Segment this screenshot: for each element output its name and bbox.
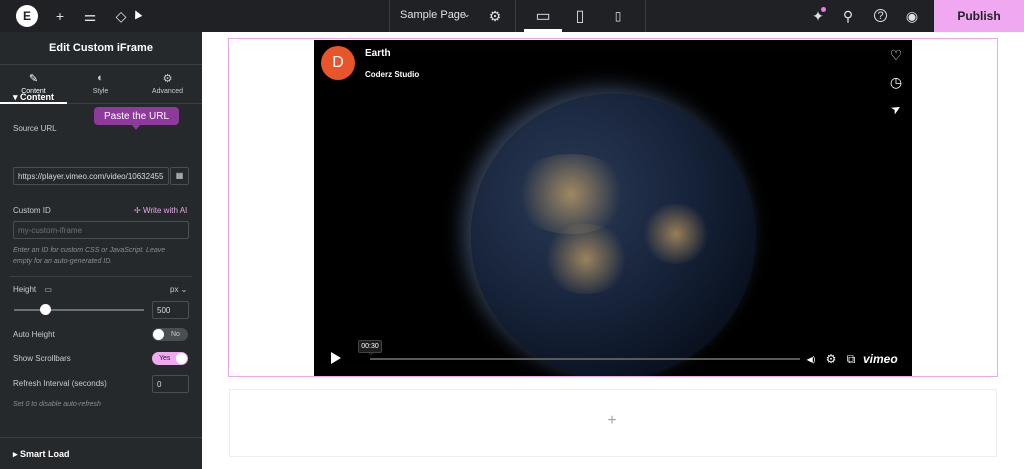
- vimeo-logo[interactable]: vimeo: [863, 352, 898, 366]
- video-title[interactable]: Earth: [365, 48, 391, 59]
- share-send-icon[interactable]: ➤: [886, 99, 905, 118]
- vimeo-video-player[interactable]: D Earth Coderz Studio ♡ ◷ ➤ 00:30 ◀) ⚙ ⧉…: [314, 40, 912, 376]
- toggle-knob: [176, 353, 187, 364]
- play-icon[interactable]: [331, 352, 341, 364]
- write-with-ai-button[interactable]: ✢ Write with AI: [134, 206, 187, 215]
- responsive-desktop-icon[interactable]: ▭: [44, 285, 52, 294]
- height-label: Height ▭: [13, 285, 52, 294]
- divider: [645, 0, 646, 32]
- help-line: Enter an ID for custom CSS or JavaScript…: [13, 247, 166, 254]
- video-byline[interactable]: Coderz Studio: [365, 70, 419, 79]
- custom-id-help-text: Enter an ID for custom CSS or JavaScript…: [13, 245, 165, 267]
- city-lights: [511, 154, 631, 234]
- divider: [515, 0, 516, 32]
- like-heart-icon[interactable]: ♡: [889, 47, 903, 63]
- height-input[interactable]: 500: [152, 301, 189, 319]
- city-lights: [541, 224, 631, 294]
- caret-down-icon: ▾: [13, 92, 18, 102]
- show-scrollbars-toggle[interactable]: Yes: [152, 352, 188, 365]
- gear-icon: ⚙: [162, 73, 173, 85]
- tooltip: Paste the URL: [94, 107, 179, 130]
- earth-video-frame: [471, 94, 756, 376]
- caret-right-icon: ▸: [13, 449, 18, 459]
- pencil-icon: ✎: [28, 73, 39, 85]
- mobile-icon[interactable]: ▯: [608, 6, 628, 26]
- height-unit-select[interactable]: px ⌄: [170, 285, 187, 294]
- smart-load-section-toggle[interactable]: ▸ Smart Load: [13, 449, 70, 460]
- auto-height-toggle[interactable]: No: [152, 328, 188, 341]
- panel-title: Edit Custom iFrame: [49, 42, 153, 54]
- toggle-text: No: [171, 331, 180, 338]
- city-lights: [641, 204, 711, 264]
- video-settings-gear-icon[interactable]: ⚙: [824, 352, 838, 366]
- content-section-toggle[interactable]: ▾ Content: [13, 92, 54, 103]
- preview-eye-icon[interactable]: ◉: [902, 6, 922, 26]
- tab-label: Advanced: [151, 88, 184, 95]
- divider: [10, 276, 192, 277]
- toggle-knob: [153, 329, 164, 340]
- watch-later-clock-icon[interactable]: ◷: [889, 74, 903, 90]
- tab-advanced[interactable]: ⚙ Advanced: [134, 65, 201, 104]
- divider: [0, 437, 202, 438]
- site-settings-icon[interactable]: ⚌: [80, 6, 100, 26]
- refresh-help-text: Set 0 to disable auto-refresh: [13, 401, 101, 408]
- section-title: Content: [20, 92, 55, 102]
- show-scrollbars-label: Show Scrollbars: [13, 354, 71, 363]
- section-title: Smart Load: [20, 449, 70, 459]
- search-icon[interactable]: ⚲: [838, 6, 858, 26]
- notification-dot: [821, 7, 826, 12]
- auto-height-label: Auto Height: [13, 330, 55, 339]
- refresh-interval-input[interactable]: 0: [152, 375, 189, 393]
- source-url-input[interactable]: https://player.vimeo.com/video/10632455: [13, 167, 169, 185]
- source-url-label: Source URL: [13, 124, 57, 133]
- publish-button[interactable]: Publish: [934, 0, 1024, 32]
- tab-style[interactable]: ◐ Style: [67, 65, 134, 104]
- picture-in-picture-icon[interactable]: ⧉: [844, 352, 858, 366]
- ai-sparkle-icon: ✢: [134, 206, 141, 215]
- refresh-interval-label: Refresh Interval (seconds): [13, 379, 107, 388]
- progress-bar[interactable]: [370, 358, 800, 360]
- help-line: empty for an auto-generated ID.: [13, 258, 113, 265]
- top-bar: E + ⚌ ◇ Sample Page ⌄ ⚙ ▭ ▯ ▯ ✦ ⚲ ? ◉ Pu…: [0, 0, 1024, 32]
- height-slider-track[interactable]: [14, 309, 144, 311]
- help-icon[interactable]: ?: [874, 9, 887, 22]
- add-section-plus-icon[interactable]: +: [604, 412, 620, 429]
- volume-icon[interactable]: ◀): [804, 352, 818, 366]
- page-settings-icon[interactable]: ⚙: [485, 6, 505, 26]
- tablet-icon[interactable]: ▯: [570, 6, 590, 26]
- contrast-icon: ◐: [97, 72, 104, 84]
- mouse-cursor-icon: [131, 8, 143, 20]
- tab-label: Style: [92, 88, 109, 95]
- elementor-logo-icon[interactable]: E: [16, 5, 38, 27]
- layers-icon[interactable]: ◇: [111, 6, 131, 26]
- desktop-icon[interactable]: ▭: [533, 6, 553, 26]
- channel-avatar[interactable]: D: [321, 46, 355, 80]
- divider: [389, 0, 390, 32]
- custom-id-input[interactable]: my-custom-iframe: [13, 221, 189, 239]
- height-slider-handle[interactable]: [40, 304, 51, 315]
- chevron-down-icon[interactable]: ⌄: [463, 9, 471, 20]
- add-element-icon[interactable]: +: [50, 6, 70, 26]
- toggle-text: Yes: [159, 355, 171, 362]
- write-with-ai-label: Write with AI: [142, 206, 188, 215]
- dynamic-tags-icon[interactable]: ▦: [170, 167, 189, 185]
- custom-id-label: Custom ID: [13, 206, 51, 215]
- timecode-tooltip: 00:30: [358, 340, 382, 356]
- page-name[interactable]: Sample Page: [400, 9, 466, 21]
- height-label-text: Height: [13, 285, 37, 294]
